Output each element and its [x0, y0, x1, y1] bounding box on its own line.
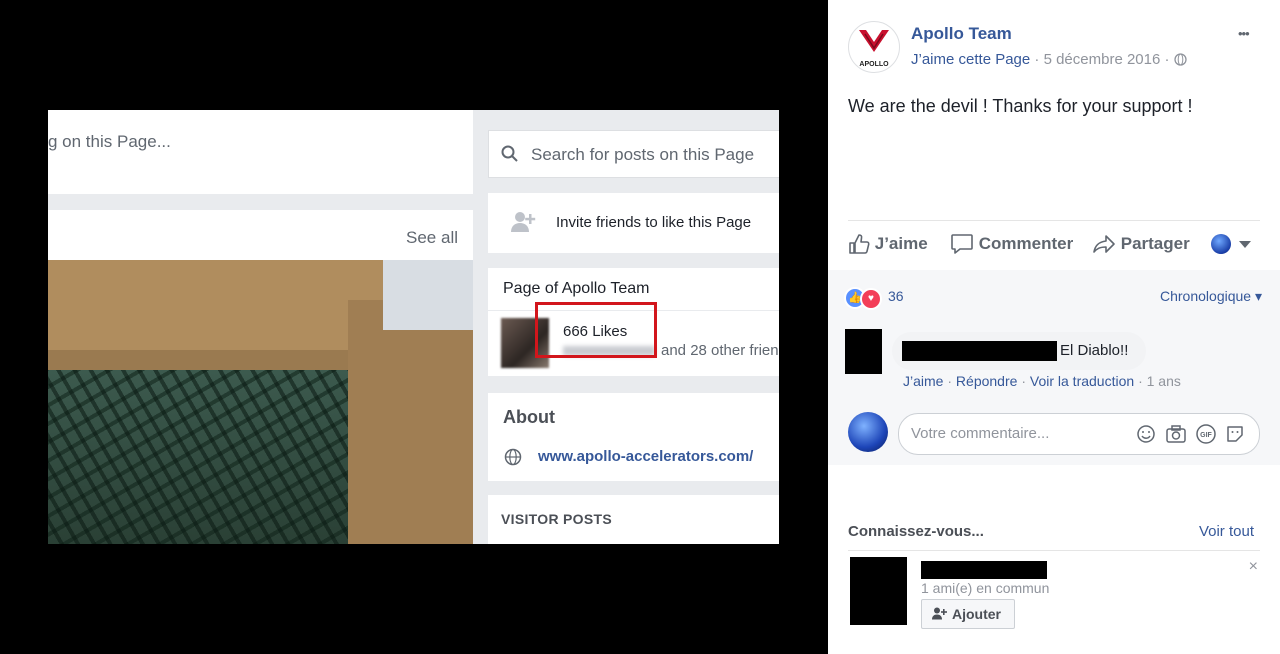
svg-text:APOLLO: APOLLO	[859, 61, 889, 68]
comment-input-placeholder: Votre commentaire...	[911, 425, 1050, 442]
camera-icon[interactable]	[1165, 424, 1187, 444]
separator: ·	[1021, 373, 1026, 389]
pymk-see-all-link[interactable]: Voir tout	[1199, 523, 1254, 540]
comment-actions: J’aime · Répondre · Voir la traduction ·…	[903, 373, 1181, 389]
comment-reply-link[interactable]: Répondre	[956, 373, 1018, 389]
embedded-screenshot: g on this Page... See all Search for pos…	[48, 110, 779, 544]
meta-separator: ·	[1164, 51, 1170, 68]
love-reaction-icon: ♥	[860, 288, 882, 310]
comment-time[interactable]: 1 ans	[1147, 373, 1181, 389]
gif-icon[interactable]: GIF	[1195, 424, 1217, 444]
globe-icon	[504, 448, 522, 466]
share-icon	[1093, 235, 1115, 253]
add-friend-button[interactable]: Ajouter	[921, 599, 1015, 629]
comments-section: 👍 ♥ 36 Chronologique ▾ El Diablo!! J’aime…	[828, 270, 1280, 465]
page-avatar[interactable]: APOLLO	[848, 21, 900, 73]
add-friend-label: Ajouter	[952, 606, 1001, 622]
user-avatar	[848, 412, 888, 452]
like-button[interactable]: J’aime	[848, 233, 928, 255]
search-posts-placeholder: Search for posts on this Page	[531, 145, 755, 164]
post-side-panel: APOLLO Apollo Team J’aime cette Page · 5…	[828, 0, 1280, 654]
post-meta: J’aime cette Page · 5 décembre 2016 ·	[911, 51, 1187, 68]
chevron-down-icon	[1239, 240, 1252, 248]
like-label: J’aime	[874, 234, 928, 253]
meta-separator: ·	[1034, 51, 1040, 68]
about-card: About www.apollo-accelerators.com/	[488, 393, 779, 481]
more-options-icon[interactable]: •••	[1238, 26, 1250, 41]
box-photo	[48, 260, 473, 544]
comment-like-link[interactable]: J’aime	[903, 373, 943, 389]
share-button[interactable]: Partager	[1092, 233, 1190, 255]
visitor-posts-title: VISITOR POSTS	[501, 511, 612, 527]
post-as-selector[interactable]	[1211, 234, 1252, 254]
photo-viewer: g on this Page... See all Search for pos…	[0, 0, 828, 654]
photos-card-header: See all	[48, 210, 473, 260]
invite-card[interactable]: Invite friends to like this Page	[488, 193, 779, 253]
website-link[interactable]: www.apollo-accelerators.com/	[538, 448, 753, 465]
search-posts-field[interactable]: Search for posts on this Page	[488, 130, 779, 178]
mutual-friends[interactable]: 1 ami(e) en commun	[921, 580, 1049, 596]
invite-label: Invite friends to like this Page	[556, 214, 752, 231]
emoji-icon[interactable]	[1136, 424, 1156, 444]
commenter-avatar-redacted	[845, 329, 882, 374]
thumbs-up-icon	[849, 234, 870, 254]
apollo-logo: APOLLO	[859, 30, 889, 68]
share-label: Partager	[1120, 234, 1190, 253]
about-title: About	[503, 407, 555, 427]
post-text: We are the devil ! Thanks for your suppo…	[848, 96, 1193, 116]
visitor-posts-card: VISITOR POSTS	[488, 495, 779, 544]
globe-icon	[1174, 53, 1187, 66]
add-friend-icon	[932, 607, 947, 620]
divider	[848, 550, 1260, 551]
close-icon[interactable]: ×	[1249, 558, 1258, 576]
comment-bubble: El Diablo!!	[892, 332, 1146, 370]
separator: ·	[1138, 373, 1143, 389]
friends-like-text: and 28 other frien	[661, 342, 779, 359]
sticker-icon[interactable]	[1225, 424, 1245, 444]
reaction-icons: 👍 ♥	[844, 287, 882, 310]
page-of-title: Page of Apollo Team	[503, 280, 650, 297]
translate-link[interactable]: Voir la traduction	[1030, 373, 1134, 389]
post-date[interactable]: 5 décembre 2016	[1044, 51, 1161, 68]
sort-comments-dropdown[interactable]: Chronologique ▾	[1160, 288, 1262, 305]
comment-button[interactable]: Commenter	[950, 233, 1073, 255]
comment-icon	[951, 234, 973, 254]
reaction-count[interactable]: 36	[888, 288, 904, 304]
comment-input[interactable]: Votre commentaire... GIF	[898, 413, 1260, 455]
composer-placeholder: g on this Page...	[48, 132, 171, 151]
suggested-person-avatar-redacted	[850, 557, 907, 625]
comment-label: Commenter	[978, 234, 1074, 253]
see-all-link[interactable]: See all	[406, 228, 458, 248]
separator: ·	[947, 373, 953, 389]
page-name[interactable]: Apollo Team	[911, 24, 1012, 44]
user-avatar-small	[1211, 234, 1231, 254]
comment-text: El Diablo!!	[1060, 342, 1129, 359]
suggested-person-name-redacted	[921, 561, 1047, 579]
likes-highlight-box	[535, 302, 657, 358]
like-page-link[interactable]: J’aime cette Page	[911, 51, 1030, 68]
divider	[848, 220, 1260, 221]
add-friend-icon	[511, 212, 536, 232]
search-icon	[501, 145, 518, 162]
svg-text:GIF: GIF	[1200, 432, 1212, 439]
commenter-name-redacted	[902, 341, 1057, 361]
pymk-title: Connaissez-vous...	[848, 523, 984, 540]
post-composer-card: g on this Page...	[48, 110, 473, 194]
